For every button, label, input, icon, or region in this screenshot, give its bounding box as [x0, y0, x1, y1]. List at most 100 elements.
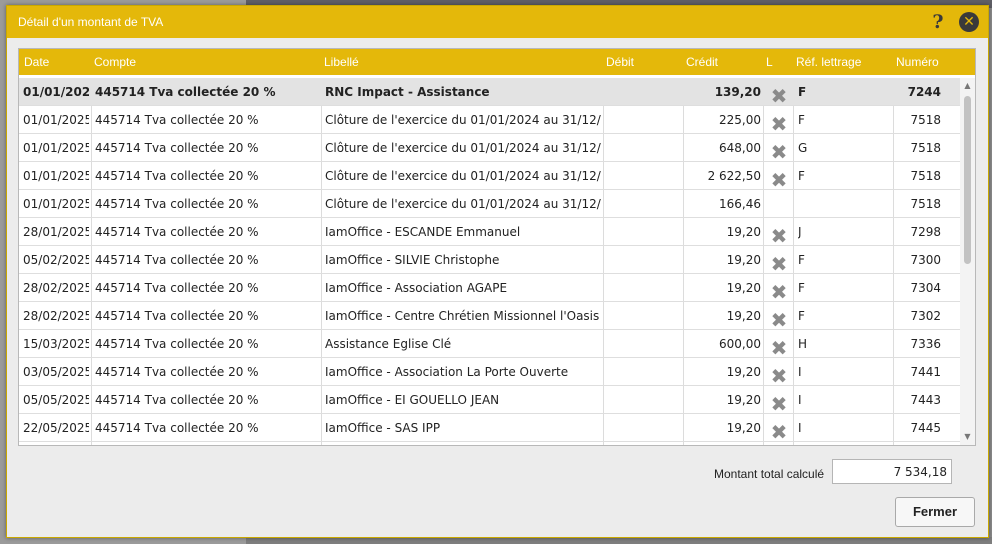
- cell-numero: 7302: [910, 309, 941, 323]
- cell-libelle: Clôture de l'exercice du 01/01/2024 au 3…: [325, 169, 601, 183]
- cell-date: 01/01/2025: [23, 113, 89, 127]
- cross-icon[interactable]: ✖: [768, 337, 790, 359]
- cell-compte: 445714 Tva collectée 20 %: [95, 337, 259, 351]
- header-ref-lettrage[interactable]: Réf. lettrage: [796, 55, 861, 69]
- cell-ref: F: [798, 281, 805, 295]
- cell-ref: F: [798, 309, 805, 323]
- cell-libelle: Clôture de l'exercice du 01/01/2024 au 3…: [325, 197, 601, 211]
- cell-date: 22/05/2025: [23, 421, 89, 435]
- table-header: Date Compte Libellé Débit Crédit L Réf. …: [19, 49, 975, 75]
- header-credit[interactable]: Crédit: [686, 55, 718, 69]
- table-row[interactable]: 15/03/2025 445714 Tva collectée 20 % Assis…: [19, 330, 960, 359]
- cross-icon[interactable]: ✖: [768, 141, 790, 163]
- help-icon[interactable]: ?: [927, 11, 949, 33]
- cross-icon[interactable]: ✖: [768, 393, 790, 415]
- scroll-up-icon[interactable]: ▲: [962, 81, 973, 91]
- table-row[interactable]: 28/01/2025 445714 Tva collectée 20 % IamOf…: [19, 218, 960, 247]
- cell-ref: F: [798, 85, 807, 99]
- header-libelle[interactable]: Libellé: [324, 55, 359, 69]
- cell-credit: 19,20: [726, 365, 761, 379]
- cell-libelle: IamOffice - EI GOUELLO JEAN: [325, 393, 500, 407]
- cell-credit: 139,20: [714, 85, 761, 99]
- cell-date: 05/05/2025: [23, 393, 89, 407]
- cell-libelle: Assistance Eglise Clé: [325, 337, 452, 351]
- total-amount-field: 7 534,18: [832, 459, 952, 484]
- cross-icon[interactable]: ✖: [768, 253, 790, 275]
- table-row[interactable]: 22/05/2025 445714 Tva collectée 20 % IamOf…: [19, 414, 960, 443]
- cell-numero: 7441: [910, 365, 941, 379]
- cell-date: 01/01/2025: [23, 141, 89, 155]
- cell-numero: 7445: [910, 421, 941, 435]
- cell-libelle: Clôture de l'exercice du 01/01/2024 au 3…: [325, 113, 601, 127]
- table-row[interactable]: 05/02/2025 445714 Tva collectée 20 % IamOf…: [19, 246, 960, 275]
- cell-compte: 445714 Tva collectée 20 %: [95, 253, 259, 267]
- cell-ref: F: [798, 169, 805, 183]
- header-compte[interactable]: Compte: [94, 55, 136, 69]
- vertical-scrollbar[interactable]: ▲ ▼: [960, 78, 975, 445]
- scroll-thumb[interactable]: [964, 96, 971, 264]
- table-row[interactable]: 01/01/2025 445714 Tva collectée 20 % Clôtu…: [19, 162, 960, 191]
- cross-icon[interactable]: ✖: [768, 281, 790, 303]
- header-numero[interactable]: Numéro: [896, 55, 939, 69]
- header-debit[interactable]: Débit: [606, 55, 634, 69]
- cross-icon[interactable]: ✖: [768, 365, 790, 387]
- cell-numero: 7300: [910, 253, 941, 267]
- cell-numero: 7518: [910, 141, 941, 155]
- cross-icon[interactable]: ✖: [768, 113, 790, 135]
- table-row[interactable]: 01/01/2025 445714 Tva collectée 20 % Clôtu…: [19, 190, 960, 218]
- cell-libelle: Clôture de l'exercice du 01/01/2024 au 3…: [325, 141, 601, 155]
- entries-table: Date Compte Libellé Débit Crédit L Réf. …: [18, 48, 976, 446]
- dialog-title: Détail d'un montant de TVA: [18, 15, 164, 29]
- background-footer-strip: [246, 537, 992, 544]
- cell-libelle: IamOffice - ESCANDE Emmanuel: [325, 225, 521, 239]
- close-button[interactable]: Fermer: [895, 497, 975, 527]
- cell-libelle: IamOffice - SILVIE Christophe: [325, 253, 500, 267]
- total-label: Montant total calculé: [714, 467, 825, 481]
- close-icon[interactable]: ✕: [959, 12, 979, 32]
- cell-libelle: IamOffice - SAS IPP: [325, 421, 441, 435]
- dialog-titlebar: Détail d'un montant de TVA ? ✕: [7, 6, 988, 38]
- cell-compte: 445714 Tva collectée 20 %: [95, 281, 259, 295]
- header-lettrage[interactable]: L: [766, 55, 773, 69]
- cell-ref: J: [798, 225, 802, 239]
- table-row[interactable]: 01/01/2025 445714 Tva collectée 20 % Clôtu…: [19, 134, 960, 163]
- cell-credit: 648,00: [719, 141, 761, 155]
- table-row[interactable]: 28/02/2025 445714 Tva collectée 20 % IamOf…: [19, 274, 960, 303]
- cross-icon[interactable]: ✖: [768, 169, 790, 191]
- cross-icon[interactable]: ✖: [768, 85, 790, 107]
- cell-ref: F: [798, 113, 805, 127]
- cell-libelle: RNC Impact - Assistance: [325, 85, 490, 99]
- cell-date: 28/02/2025: [23, 309, 89, 323]
- table-row[interactable]: 28/02/2025 445714 Tva collectée 20 % IamOf…: [19, 302, 960, 331]
- cell-credit: 19,20: [726, 225, 761, 239]
- cell-compte: 445714 Tva collectée 20 %: [95, 309, 259, 323]
- cell-compte: 445714 Tva collectée 20 %: [95, 169, 259, 183]
- cell-ref: I: [798, 365, 802, 379]
- cell-compte: 445714 Tva collectée 20 %: [95, 113, 259, 127]
- cell-libelle: IamOffice - Association AGAPE: [325, 281, 508, 295]
- cell-credit: 225,00: [719, 113, 761, 127]
- table-row[interactable]: 03/05/2025 445714 Tva collectée 20 % IamOf…: [19, 358, 960, 387]
- cell-credit: 166,46: [719, 197, 761, 211]
- cell-date: 28/02/2025: [23, 281, 89, 295]
- cell-ref: I: [798, 393, 802, 407]
- cell-numero: 7518: [910, 169, 941, 183]
- cross-icon[interactable]: ✖: [768, 225, 790, 247]
- cell-compte: 445714 Tva collectée 20 %: [95, 421, 259, 435]
- table-row[interactable]: 05/05/2025 445714 Tva collectée 20 % IamOf…: [19, 386, 960, 415]
- header-date[interactable]: Date: [24, 55, 49, 69]
- cell-date: 01/01/2025: [23, 169, 89, 183]
- cell-numero: 7518: [910, 197, 941, 211]
- scroll-down-icon[interactable]: ▼: [962, 432, 973, 442]
- cell-numero: 7304: [910, 281, 941, 295]
- cell-compte: 445714 Tva collectée 20 %: [95, 85, 276, 99]
- cell-compte: 445714 Tva collectée 20 %: [95, 197, 259, 211]
- cell-credit: 19,20: [726, 309, 761, 323]
- table-row[interactable]: 01/01/2025 445714 Tva collectée 20 % RNC I…: [19, 78, 960, 107]
- cell-numero: 7298: [910, 225, 941, 239]
- table-row[interactable]: 01/01/2025 445714 Tva collectée 20 % Clôtu…: [19, 106, 960, 135]
- cell-ref: I: [798, 421, 802, 435]
- cell-compte: 445714 Tva collectée 20 %: [95, 365, 259, 379]
- cross-icon[interactable]: ✖: [768, 309, 790, 331]
- cross-icon[interactable]: ✖: [768, 421, 790, 443]
